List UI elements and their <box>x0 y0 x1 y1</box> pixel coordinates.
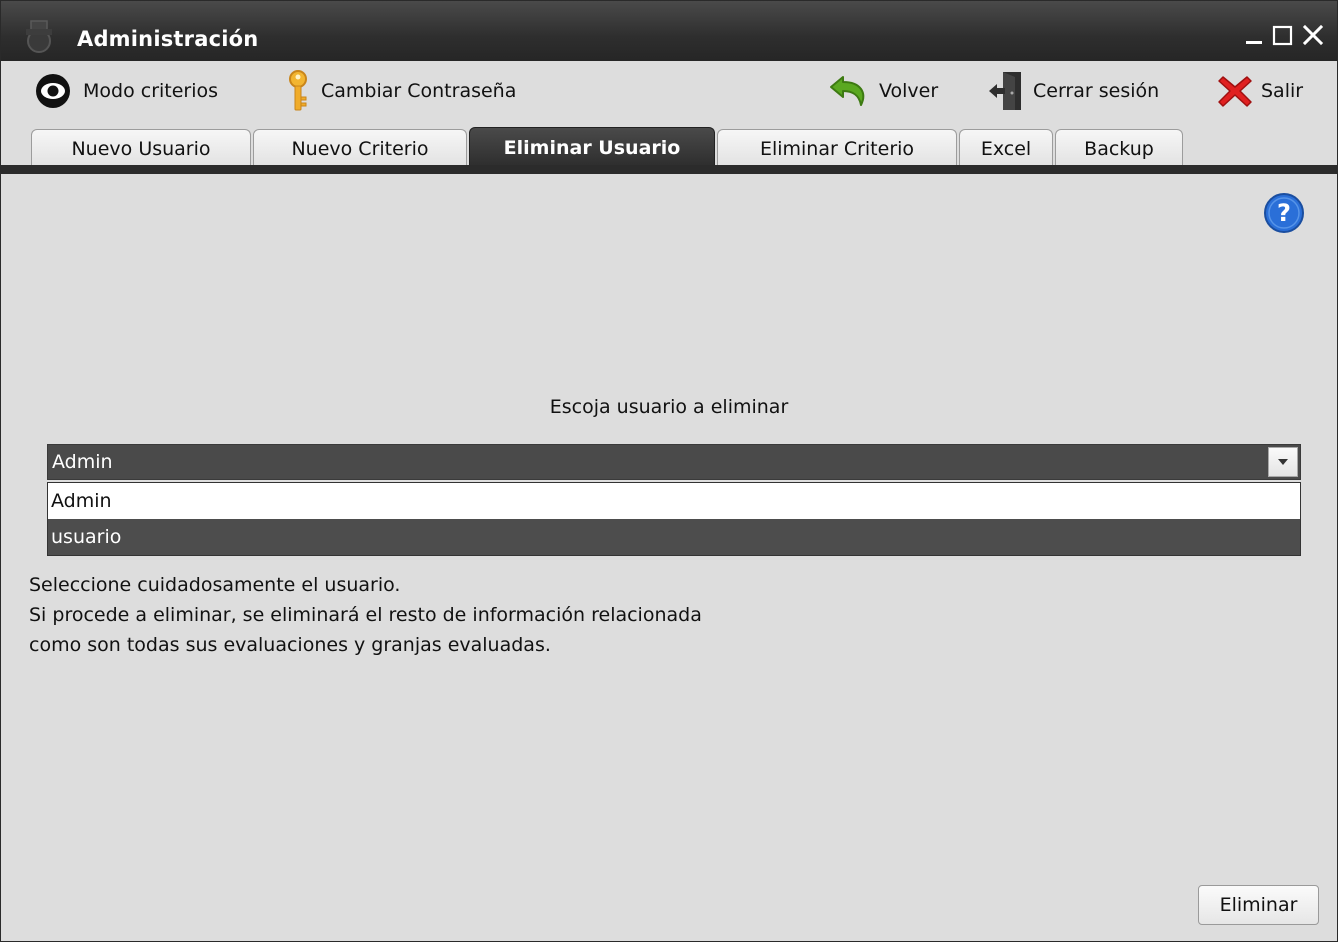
back-arrow-icon <box>830 76 865 106</box>
user-select-value: Admin <box>52 451 113 473</box>
maximize-icon[interactable] <box>1269 21 1297 49</box>
cerrar-sesion-button[interactable]: Cerrar sesión <box>987 71 1159 111</box>
key-icon <box>289 70 307 111</box>
modo-criterios-label: Modo criterios <box>83 80 219 102</box>
window-title: Administración <box>77 27 259 51</box>
tab-backup[interactable]: Backup <box>1055 129 1183 167</box>
cambiar-contrasena-label: Cambiar Contraseña <box>321 80 517 102</box>
tab-eliminar-criterio[interactable]: Eliminar Criterio <box>717 129 957 167</box>
modo-criterios-button[interactable]: Modo criterios <box>31 71 218 111</box>
volver-button[interactable]: Volver <box>827 71 938 111</box>
salir-label: Salir <box>1261 80 1304 102</box>
warning-line: como son todas sus evaluaciones y granja… <box>29 634 551 656</box>
toolbar: Modo criterios Cambiar Contraseña Volver <box>1 61 1337 123</box>
svg-text:?: ? <box>1277 199 1291 227</box>
cambiar-contrasena-button[interactable]: Cambiar Contraseña <box>283 70 517 111</box>
dropdown-option-usuario[interactable]: usuario <box>48 519 1300 555</box>
eliminar-usuario-panel: ? Escoja usuario a eliminar Admin Admin … <box>1 174 1337 941</box>
eliminar-button[interactable]: Eliminar <box>1198 885 1319 925</box>
minimize-icon[interactable] <box>1241 21 1269 49</box>
warning-line: Si procede a eliminar, se eliminará el r… <box>29 604 702 626</box>
tab-excel[interactable]: Excel <box>959 129 1053 167</box>
tab-nuevo-criterio[interactable]: Nuevo Criterio <box>253 129 467 167</box>
red-x-icon <box>1218 76 1252 107</box>
tractor-icon <box>26 20 52 53</box>
tab-bar: Nuevo Usuario Nuevo Criterio Eliminar Us… <box>1 125 1337 167</box>
admin-window: Administración Modo criterios Cambiar Co… <box>0 0 1338 942</box>
warning-line: Seleccione cuidadosamente el usuario. <box>29 574 401 596</box>
help-icon[interactable]: ? <box>1263 192 1305 234</box>
salir-button[interactable]: Salir <box>1217 71 1303 111</box>
tab-eliminar-usuario[interactable]: Eliminar Usuario <box>469 127 715 167</box>
chevron-down-icon[interactable] <box>1268 447 1298 477</box>
user-select[interactable]: Admin <box>47 444 1301 480</box>
title-bar[interactable]: Administración <box>1 1 1337 61</box>
close-icon[interactable] <box>1299 21 1327 49</box>
tab-nuevo-usuario[interactable]: Nuevo Usuario <box>31 129 251 167</box>
logout-door-icon <box>989 72 1021 110</box>
delete-warning: Seleccione cuidadosamente el usuario. Si… <box>29 570 702 660</box>
user-dropdown-list: Admin usuario <box>47 482 1301 556</box>
cerrar-sesion-label: Cerrar sesión <box>1033 80 1160 102</box>
volver-label: Volver <box>879 80 939 102</box>
eye-icon <box>36 74 70 108</box>
tab-divider <box>1 165 1337 174</box>
dropdown-option-admin[interactable]: Admin <box>48 483 1300 519</box>
select-user-prompt: Escoja usuario a eliminar <box>549 396 789 418</box>
